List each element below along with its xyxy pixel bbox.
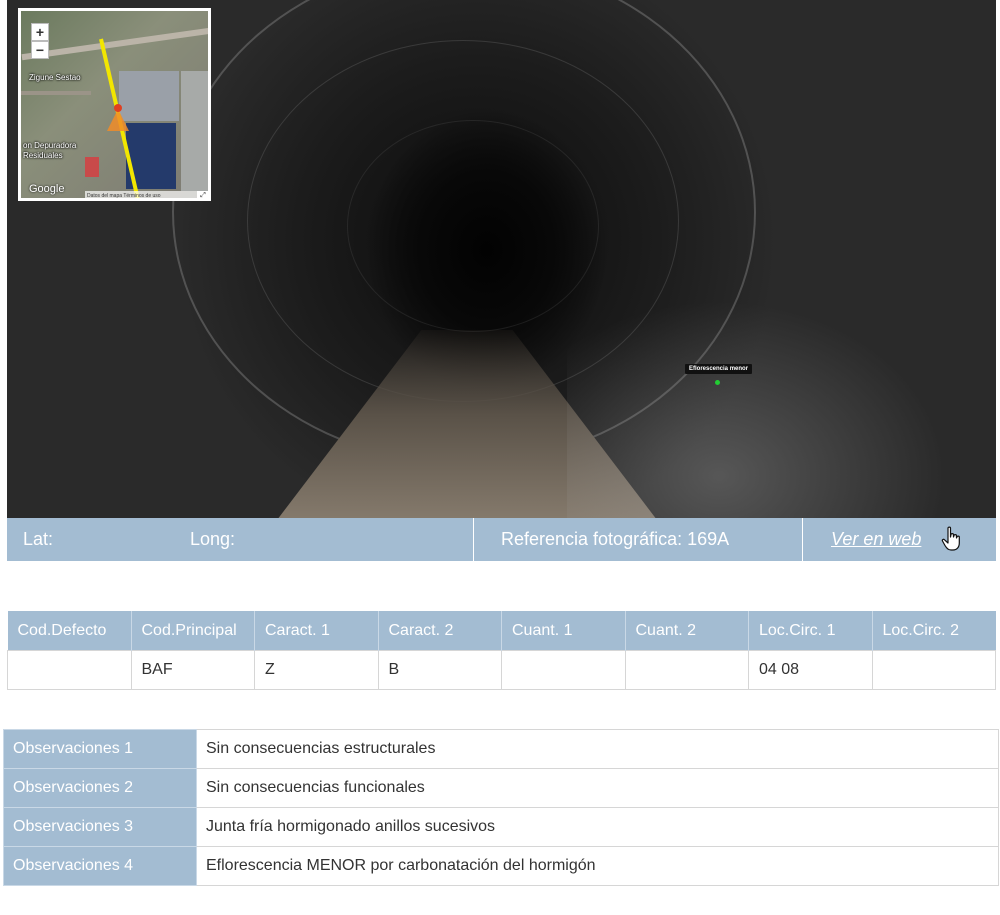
photo-reference: Referencia fotográfica: 169A	[501, 529, 730, 549]
column-header: Caract. 1	[254, 611, 378, 651]
info-divider	[802, 518, 803, 561]
defect-tag: Eflorescencia menor	[685, 364, 753, 374]
map-label: Residuales	[23, 151, 63, 160]
table-cell: 04 08	[748, 650, 873, 690]
photo-info-bar: Lat: Long: Referencia fotográfica: 169A …	[7, 518, 996, 561]
table-cell	[871, 650, 996, 690]
observation-value: Eflorescencia MENOR por carbonatación de…	[196, 846, 999, 886]
observations-table: Observaciones 1 Sin consecuencias estruc…	[3, 729, 999, 886]
table-cell	[624, 650, 749, 690]
plus-icon: +	[35, 24, 45, 40]
column-header: Cod.Defecto	[7, 611, 131, 651]
observation-label: Observaciones 1	[3, 729, 197, 769]
minus-icon: −	[35, 42, 45, 58]
latitude-label: Lat:	[23, 529, 54, 549]
observation-label: Observaciones 3	[3, 807, 197, 847]
location-minimap[interactable]: Zigune Sestao on Depuradora Residuales +…	[18, 8, 211, 201]
column-header: Cod.Principal	[130, 611, 255, 651]
table-cell	[501, 650, 626, 690]
table-cell: BAF	[130, 650, 255, 690]
pipe-joint-ring	[347, 120, 599, 332]
column-header: Loc.Circ. 2	[871, 611, 996, 651]
camera-direction-cone	[107, 109, 129, 131]
longitude-label: Long:	[190, 529, 236, 549]
info-divider	[473, 518, 474, 561]
observation-row: Observaciones 1 Sin consecuencias estruc…	[3, 729, 999, 769]
table-cell: B	[377, 650, 502, 690]
defect-marker[interactable]	[715, 380, 720, 385]
observation-value: Sin consecuencias funcionales	[196, 768, 999, 808]
observation-row: Observaciones 3 Junta fría hormigonado a…	[3, 807, 999, 847]
table-row: BAF Z B 04 08	[7, 650, 996, 690]
column-header: Caract. 2	[377, 611, 502, 651]
column-header: Cuant. 1	[501, 611, 625, 651]
column-header: Cuant. 2	[624, 611, 749, 651]
table-cell	[7, 650, 132, 690]
observation-label: Observaciones 4	[3, 846, 197, 886]
fullscreen-icon[interactable]: ⤢	[197, 191, 208, 198]
view-on-web-link[interactable]: Ver en web	[831, 518, 921, 561]
table-cell: Z	[254, 650, 379, 690]
hand-cursor-icon	[941, 526, 960, 551]
observation-value: Junta fría hormigonado anillos sucesivos	[196, 807, 999, 847]
observation-row: Observaciones 2 Sin consecuencias funcio…	[3, 768, 999, 808]
google-logo: Google	[29, 183, 65, 195]
map-label: Zigune Sestao	[29, 73, 81, 82]
defect-codes-table: Cod.Defecto Cod.Principal Caract. 1 Cara…	[7, 611, 996, 690]
column-header: Loc.Circ. 1	[748, 611, 872, 651]
location-pin-icon	[114, 104, 122, 112]
map-terms-footer[interactable]: Datos del mapa Términos de uso	[85, 191, 207, 198]
observation-value: Sin consecuencias estructurales	[196, 729, 999, 769]
pipe-wall-highlight	[567, 300, 947, 518]
observation-label: Observaciones 2	[3, 768, 197, 808]
map-label: on Depuradora	[23, 141, 77, 150]
zoom-out-button[interactable]: −	[31, 41, 49, 59]
zoom-in-button[interactable]: +	[31, 23, 49, 41]
table-header-row: Cod.Defecto Cod.Principal Caract. 1 Cara…	[7, 611, 996, 651]
observation-row: Observaciones 4 Eflorescencia MENOR por …	[3, 846, 999, 886]
